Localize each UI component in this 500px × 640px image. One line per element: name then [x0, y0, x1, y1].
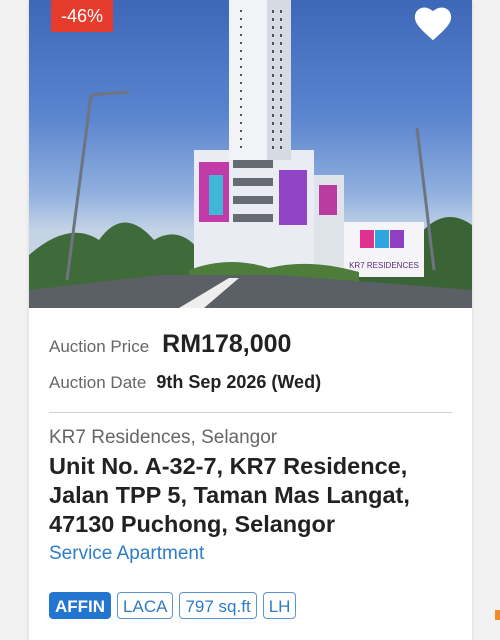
tag-list: AFFIN LACA 797 sq.ft LH — [49, 592, 297, 619]
auction-date-row: Auction Date 9th Sep 2026 (Wed) — [49, 372, 321, 393]
property-address[interactable]: Unit No. A-32-7, KR7 Residence, Jalan TP… — [49, 452, 464, 539]
bank-tag: AFFIN — [49, 592, 112, 619]
auction-date-label: Auction Date — [49, 373, 147, 392]
property-photo[interactable]: KR7 RESIDENCES -46% — [29, 0, 472, 308]
photo-illustration: KR7 RESIDENCES — [29, 0, 472, 308]
heart-icon[interactable] — [412, 4, 454, 42]
address-line: 47130 Puchong, Selangor — [49, 511, 336, 537]
auction-type-tag: LACA — [117, 592, 174, 619]
divider — [49, 412, 452, 413]
discount-badge: -46% — [51, 0, 113, 32]
size-tag: 797 sq.ft — [179, 592, 257, 619]
property-location: KR7 Residences, Selangor — [49, 427, 278, 448]
listing-card[interactable]: KR7 RESIDENCES -46% Auction Price RM178,… — [29, 0, 472, 640]
sign-text: KR7 RESIDENCES — [349, 261, 419, 270]
tenure-tag: LH — [262, 592, 297, 619]
property-type-link[interactable]: Service Apartment — [49, 543, 204, 565]
address-line: Unit No. A-32-7, KR7 Residence, — [49, 453, 408, 479]
address-line: Jalan TPP 5, Taman Mas Langat, — [49, 482, 410, 508]
auction-price-value: RM178,000 — [162, 330, 292, 358]
auction-date-value: 9th Sep 2026 (Wed) — [156, 372, 322, 392]
auction-price-row: Auction Price RM178,000 — [49, 330, 291, 359]
scroll-indicator — [495, 610, 500, 620]
auction-price-label: Auction Price — [49, 337, 150, 356]
